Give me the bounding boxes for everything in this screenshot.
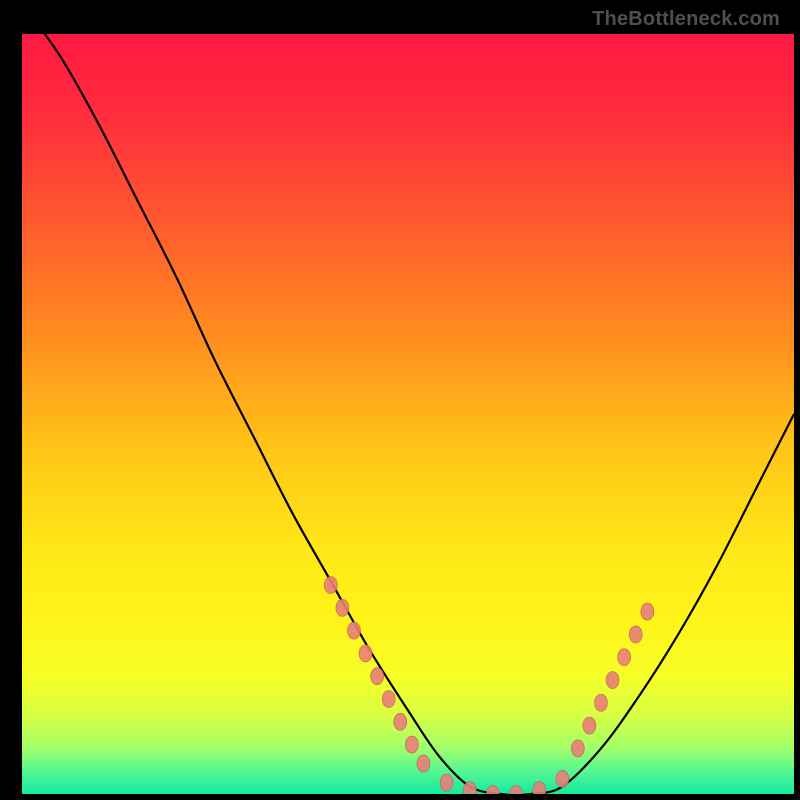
data-marker — [394, 713, 407, 730]
data-marker — [440, 774, 453, 791]
watermark: TheBottleneck.com — [592, 8, 780, 31]
data-marker — [382, 691, 395, 708]
data-marker — [359, 645, 372, 662]
data-marker — [629, 626, 642, 643]
data-marker — [417, 755, 430, 772]
data-marker — [595, 694, 608, 711]
data-marker — [583, 717, 596, 734]
data-marker — [606, 672, 619, 689]
bottleneck-chart — [22, 34, 794, 794]
chart-frame: TheBottleneck.com — [8, 8, 792, 792]
gradient-background — [22, 34, 794, 794]
data-marker — [371, 668, 384, 685]
data-marker — [556, 770, 569, 787]
data-marker — [324, 577, 337, 594]
data-marker — [618, 649, 631, 666]
data-marker — [641, 603, 654, 620]
data-marker — [336, 599, 349, 616]
data-marker — [405, 736, 418, 753]
data-marker — [347, 622, 360, 639]
data-marker — [571, 740, 584, 757]
